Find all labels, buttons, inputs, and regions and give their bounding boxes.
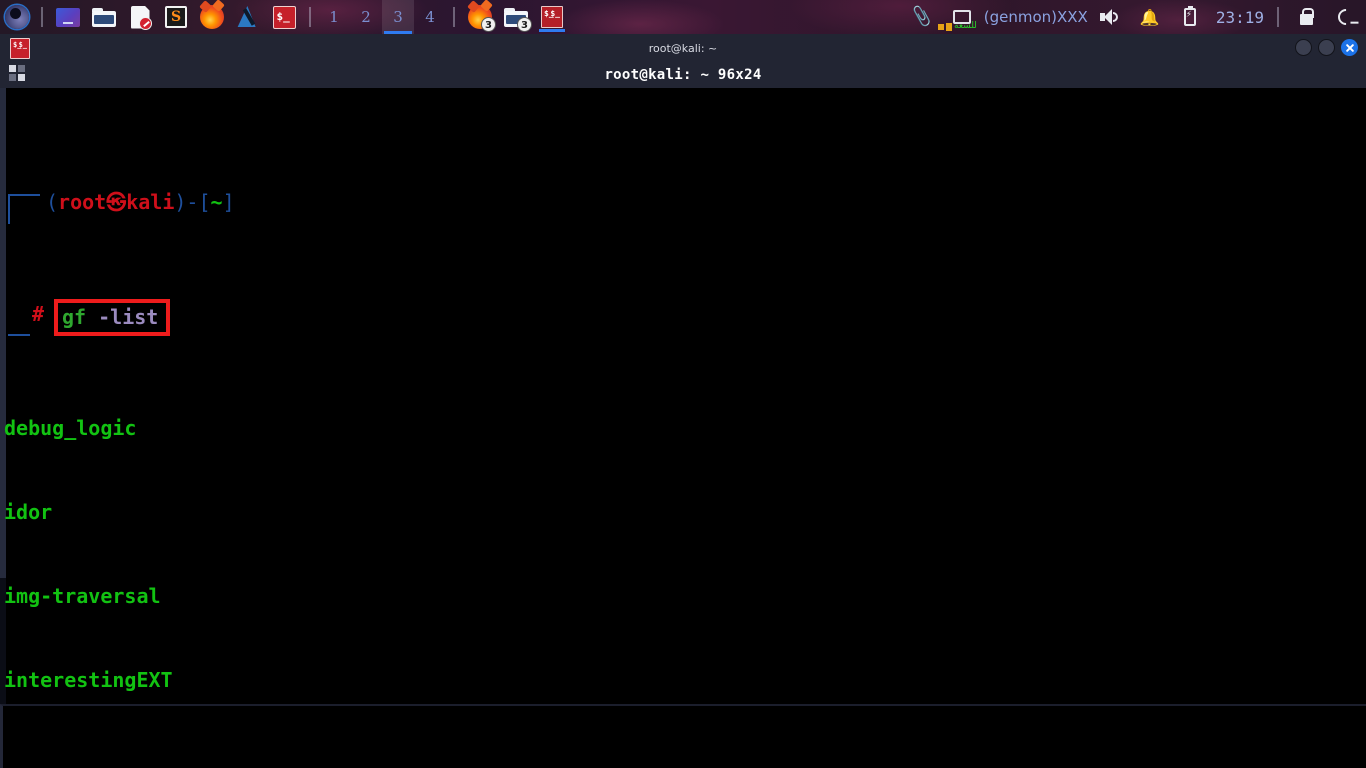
document-edit-icon (131, 6, 150, 29)
logout-icon (1335, 6, 1358, 29)
vscode-icon (236, 5, 260, 29)
close-button[interactable] (1341, 39, 1358, 56)
genmon-square-1 (938, 24, 944, 30)
genmon-sub-label: للسعه (954, 22, 977, 31)
prompt-hash: # (32, 300, 44, 328)
tab-title: root@kali: ~ 96x24 (604, 67, 761, 83)
window-titlebar[interactable]: $_$_ root@kali: ~ (0, 34, 1366, 62)
battery-button[interactable] (1175, 2, 1205, 32)
battery-icon (1184, 8, 1196, 26)
bell-icon: 🔔 (1140, 8, 1160, 27)
prompt-open-paren: ( (46, 190, 58, 214)
prompt-line-2: # gf -list (0, 300, 1366, 330)
sublime-s-icon: S (165, 6, 187, 28)
firefox-icon (200, 5, 224, 29)
command-args: -list (98, 305, 158, 329)
prompt-line-1: (root㉿kali)-[~] (0, 188, 1366, 216)
clipboard-button[interactable]: 📎 (907, 2, 937, 32)
lock-screen-button[interactable] (1291, 2, 1321, 32)
workspace-4-label: 4 (425, 8, 435, 26)
launcher-vscode-icon[interactable] (233, 2, 263, 32)
launcher-terminal-icon[interactable]: $_ (269, 2, 299, 32)
terminal-content: (root㉿kali)-[~] # gf -list debug_logic i… (0, 88, 1366, 768)
prompt-user: root (58, 190, 106, 214)
taskbar-window-firefox[interactable]: 3 (465, 2, 495, 32)
terminal-icon: $_ (273, 6, 296, 29)
volume-icon (1100, 9, 1120, 25)
launcher-sublime-icon[interactable]: S (161, 2, 191, 32)
prompt-identity: (root㉿kali)-[~] (46, 188, 235, 216)
prompt-close-paren: )-[ (174, 190, 210, 214)
terminal-window: $_$_ root@kali: ~ root@kali: ~ 96x24 (ro… (0, 34, 1366, 768)
lock-icon (1300, 14, 1313, 25)
minimize-button[interactable] (1295, 39, 1312, 56)
tab-grid-icon[interactable] (9, 65, 25, 83)
launcher-desktop-icon[interactable] (53, 2, 83, 32)
taskbar-window-terminal[interactable]: $_$_ (537, 2, 567, 32)
clock[interactable]: 23:19 (1210, 8, 1270, 27)
output-line: debug_logic (0, 414, 1366, 442)
output-line: interestingEXT (0, 666, 1366, 694)
command-program: gf (62, 305, 86, 329)
kali-menu-button[interactable] (0, 0, 34, 34)
prompt-close-bracket: ] (223, 190, 235, 214)
panel-separator-3 (453, 7, 455, 27)
window-count-badge: 3 (481, 17, 496, 32)
window-controls (1295, 39, 1358, 56)
launcher-firefox-icon[interactable] (197, 2, 227, 32)
genmon-label[interactable]: (genmon)XXX (982, 8, 1090, 26)
taskbar-window-files[interactable]: 3 (501, 2, 531, 32)
maximize-button[interactable] (1318, 39, 1335, 56)
workspace-3[interactable]: 3 (382, 0, 414, 34)
top-panel: S $_ 1 2 3 4 3 3 $_$_ 📎 (g (0, 0, 1366, 34)
logout-button[interactable] (1331, 2, 1361, 32)
window-icon: $_$_ (10, 38, 30, 59)
kali-logo-icon (5, 5, 29, 29)
notifications-button[interactable]: 🔔 (1135, 2, 1165, 32)
folder-icon (92, 8, 116, 27)
genmon-sub-indicator: للسعه (938, 22, 977, 31)
workspace-1-label: 1 (329, 8, 339, 26)
window-count-badge: 3 (517, 17, 532, 32)
output-line: idor (0, 498, 1366, 526)
workspace-2-label: 2 (361, 8, 371, 26)
workspace-3-label: 3 (393, 8, 403, 26)
window-title: root@kali: ~ (649, 42, 718, 55)
launcher-files-icon[interactable] (89, 2, 119, 32)
prompt-corner-tail (8, 334, 30, 336)
command-highlight-box[interactable]: gf -list (54, 299, 170, 336)
output-line: img-traversal (0, 582, 1366, 610)
volume-button[interactable] (1095, 2, 1125, 32)
workspace-2[interactable]: 2 (350, 0, 382, 34)
terminal-tabbar: root@kali: ~ 96x24 (0, 62, 1366, 88)
prompt-host: kali (126, 190, 174, 214)
clipboard-icon: 📎 (909, 5, 934, 29)
terminal-screen[interactable]: (root㉿kali)-[~] # gf -list debug_logic i… (0, 88, 1366, 768)
panel-separator-4 (1277, 7, 1279, 27)
prompt-corner-decoration (8, 194, 40, 224)
desktop-icon (56, 8, 80, 27)
workspace-1[interactable]: 1 (318, 0, 350, 34)
prompt-path: ~ (211, 190, 223, 214)
genmon-square-2 (946, 23, 952, 31)
kali-at-icon: ㉿ (106, 190, 126, 214)
workspace-4[interactable]: 4 (414, 0, 446, 34)
panel-separator-2 (309, 7, 311, 27)
terminal-bottom-strip (0, 704, 1366, 768)
launcher-editor-icon[interactable] (125, 2, 155, 32)
panel-separator (41, 7, 43, 27)
terminal-red-icon: $_$_ (541, 6, 563, 28)
